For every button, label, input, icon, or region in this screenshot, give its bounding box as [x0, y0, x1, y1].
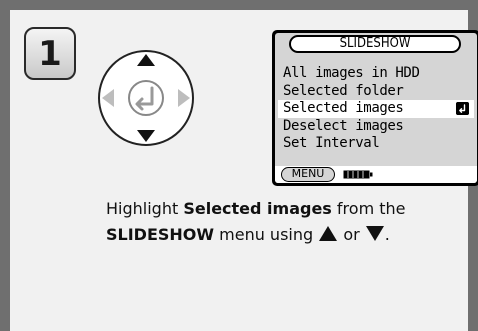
instruction-bold-slideshow: SLIDESHOW	[106, 225, 215, 244]
menu-item-label: Selected images	[283, 100, 404, 116]
menu-item-selected-images[interactable]: Selected images	[278, 100, 474, 118]
instruction-text-part: or	[338, 225, 365, 244]
instruction-text-part: from the	[331, 199, 406, 218]
step-number-badge: 1	[24, 27, 76, 80]
battery-icon	[343, 170, 373, 179]
instruction-text-part: menu using	[214, 225, 319, 244]
slideshow-menu-list: All images in HDD Selected folder Select…	[275, 65, 477, 153]
menu-item-set-interval[interactable]: Set Interval	[275, 135, 477, 153]
up-triangle-icon	[319, 226, 338, 241]
slideshow-menu-title: SLIDESHOW	[289, 35, 461, 53]
instruction-text-part: .	[384, 225, 390, 244]
enter-icon	[456, 102, 469, 115]
instruction-text: Highlight Selected images from the SLIDE…	[106, 196, 446, 248]
menu-button-label: MENU	[281, 167, 335, 182]
down-triangle-icon	[365, 226, 384, 241]
camera-lcd-screen: SLIDESHOW All images in HDD Selected fol…	[272, 30, 478, 186]
instruction-panel: 1 SLIDESHOW All images in HDD Selected f…	[10, 10, 478, 331]
menu-item-deselect-images[interactable]: Deselect images	[275, 118, 477, 136]
top-frame-rule	[0, 0, 478, 10]
lcd-status-bar: MENU	[275, 166, 477, 183]
multi-selector-dpad	[98, 50, 194, 146]
lcd-display: SLIDESHOW All images in HDD Selected fol…	[275, 33, 477, 183]
left-frame-rule	[0, 10, 10, 331]
instruction-text-part: Highlight	[106, 199, 184, 218]
instruction-bold-selected-images: Selected images	[183, 199, 332, 218]
menu-item-all-images-in-hdd[interactable]: All images in HDD	[275, 65, 477, 83]
menu-item-selected-folder[interactable]: Selected folder	[275, 83, 477, 101]
